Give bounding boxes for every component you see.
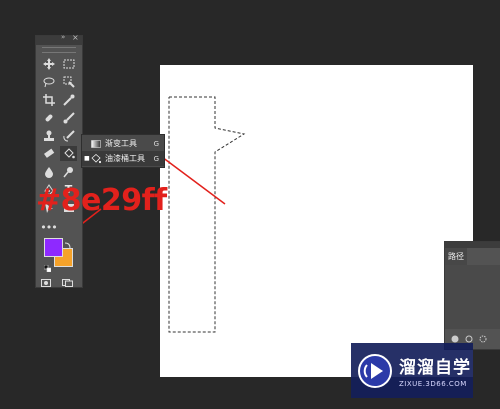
arrow-to-flyout-line bbox=[161, 156, 226, 205]
quick-mask-icon[interactable] bbox=[41, 272, 51, 287]
fill-path-icon[interactable] bbox=[451, 335, 459, 343]
swap-colors-icon[interactable] bbox=[64, 234, 71, 249]
flyout-item-label: 渐变工具 bbox=[105, 139, 137, 148]
flyout-item-gradient-tool[interactable]: 渐变工具 G bbox=[82, 136, 164, 151]
paint-bucket-icon bbox=[91, 153, 101, 163]
paths-panel: 路径 bbox=[444, 241, 500, 350]
more-tools-label: ••• bbox=[40, 220, 57, 234]
play-logo-icon bbox=[358, 353, 392, 388]
flyout-item-shortcut: G bbox=[153, 139, 159, 148]
flyout-item-shortcut: G bbox=[153, 154, 159, 163]
close-icon[interactable]: × bbox=[72, 33, 79, 42]
clone-stamp-tool-icon[interactable] bbox=[40, 128, 57, 143]
eyedropper-tool-icon[interactable] bbox=[60, 92, 77, 107]
flyout-item-paint-bucket-tool[interactable]: ■ 油漆桶工具 G bbox=[82, 151, 164, 166]
healing-brush-tool-icon[interactable] bbox=[40, 110, 57, 125]
paths-list[interactable] bbox=[445, 265, 500, 329]
gradient-icon bbox=[91, 139, 101, 148]
eraser-tool-icon[interactable] bbox=[40, 146, 57, 161]
panel-grip[interactable] bbox=[42, 47, 76, 53]
screen-mode-icon[interactable] bbox=[62, 272, 73, 287]
quick-selection-tool-icon[interactable] bbox=[60, 74, 77, 89]
tab-paths[interactable]: 路径 bbox=[445, 248, 467, 265]
tools-panel-header[interactable]: » × bbox=[36, 33, 82, 45]
history-brush-tool-icon[interactable] bbox=[60, 128, 77, 143]
lasso-tool-icon[interactable] bbox=[40, 74, 57, 89]
watermark-logo: 溜溜自学 ZIXUE.3D66.COM bbox=[351, 343, 473, 398]
marquee-tool-icon[interactable] bbox=[60, 56, 77, 71]
load-selection-icon[interactable] bbox=[479, 335, 487, 343]
hex-color-annotation: #8e29ff bbox=[36, 183, 167, 218]
dodge-tool-icon[interactable] bbox=[60, 164, 77, 179]
brush-tool-icon[interactable] bbox=[60, 110, 77, 125]
selected-bullet-icon: ■ bbox=[84, 155, 90, 162]
bucket-tool-flyout-menu: 渐变工具 G ■ 油漆桶工具 G bbox=[81, 134, 165, 168]
collapse-icon[interactable]: » bbox=[61, 33, 65, 41]
crop-tool-icon[interactable] bbox=[40, 92, 57, 107]
watermark-name: 溜溜自学 bbox=[399, 358, 471, 378]
selection-marquee bbox=[168, 96, 246, 333]
foreground-color-swatch[interactable] bbox=[44, 238, 63, 257]
stroke-path-icon[interactable] bbox=[465, 335, 473, 343]
watermark-url: ZIXUE.3D66.COM bbox=[399, 380, 467, 388]
move-tool-icon[interactable] bbox=[40, 56, 57, 71]
more-tools-icon[interactable]: ••• bbox=[40, 220, 57, 235]
paint-bucket-tool-icon[interactable] bbox=[60, 146, 77, 161]
default-colors-icon[interactable] bbox=[43, 257, 52, 273]
flyout-item-label: 油漆桶工具 bbox=[105, 154, 145, 163]
blur-tool-icon[interactable] bbox=[40, 164, 57, 179]
